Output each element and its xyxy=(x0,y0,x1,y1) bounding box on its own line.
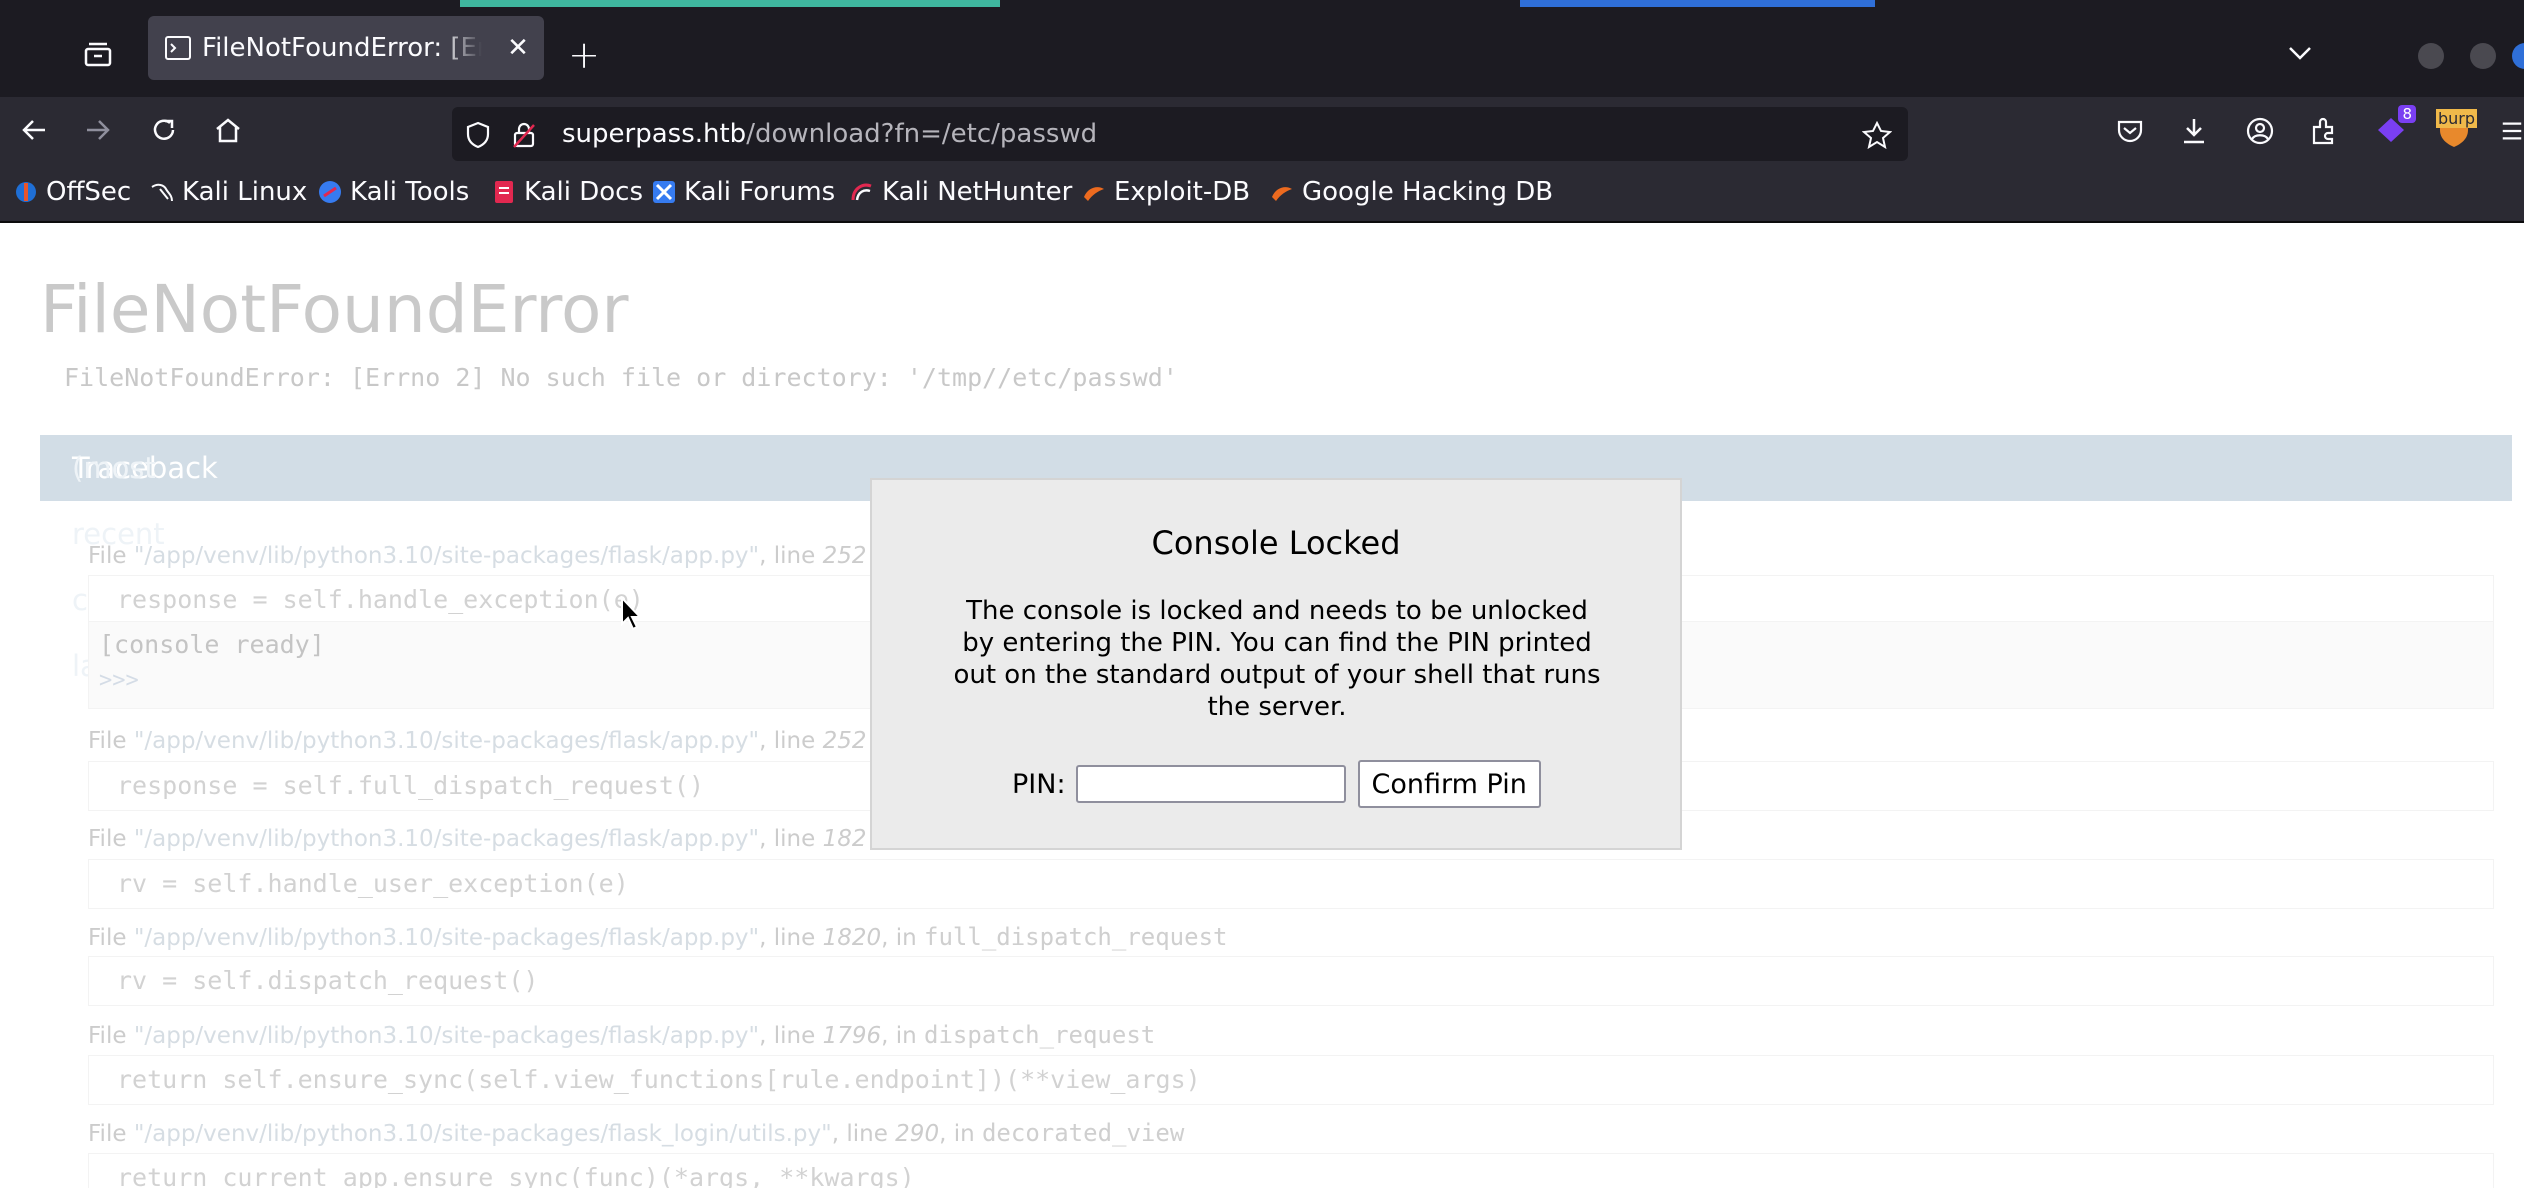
frame-line-no: 252 xyxy=(822,543,867,569)
tab-bar: FileNotFoundError: [Errno 2] No such fil… xyxy=(0,7,2524,97)
kali-dragon-icon xyxy=(150,180,174,204)
bookmark-kali-forums[interactable]: Kali Forums xyxy=(652,163,835,221)
bookmark-label: Kali Docs xyxy=(524,177,644,207)
tab-title: FileNotFoundError: [Errno 2] No such fil… xyxy=(202,33,482,63)
frame-function: full_dispatch_request xyxy=(924,923,1228,951)
download-icon[interactable] xyxy=(2174,111,2214,151)
kali-tools-icon xyxy=(318,180,342,204)
url-text[interactable]: superpass.htb/download?fn=/etc/passwd xyxy=(562,107,1097,161)
exploitdb-icon xyxy=(1082,180,1106,204)
frame-header: File "/app/venv/lib/python3.10/site-pack… xyxy=(88,923,1228,951)
close-icon[interactable]: ✕ xyxy=(504,33,532,63)
frame-line-no: 1796 xyxy=(822,1023,882,1049)
url-path: /download?fn=/etc/passwd xyxy=(746,119,1098,149)
forward-icon[interactable] xyxy=(78,110,118,150)
frame-file: "/app/venv/lib/python3.10/site-packages/… xyxy=(133,925,760,951)
star-icon[interactable] xyxy=(1860,119,1894,151)
frame-file: "/app/venv/lib/python3.10/site-packages/… xyxy=(133,543,760,569)
frame-code[interactable]: rv = self.dispatch_request() xyxy=(88,956,2494,1006)
tab-group-indicator-blue xyxy=(1520,0,1875,7)
console-prompt: >>> xyxy=(99,668,139,693)
page-title: FileNotFoundError xyxy=(40,271,629,348)
extension-badge: 8 xyxy=(2398,105,2416,123)
bookmark-kali-nethunter[interactable]: Kali NetHunter xyxy=(850,163,1072,221)
bookmark-kali-tools[interactable]: Kali Tools xyxy=(318,163,469,221)
console-locked-dialog: Console Locked The console is locked and… xyxy=(870,478,1682,850)
tab-group-indicator-teal xyxy=(460,0,1000,7)
bookmark-label: Kali NetHunter xyxy=(882,177,1073,207)
frame-file: "/app/venv/lib/python3.10/site-packages/… xyxy=(133,1121,832,1147)
frame-header: File "/app/venv/lib/python3.10/site-pack… xyxy=(88,1021,1156,1049)
nethunter-icon xyxy=(850,180,874,204)
tab-overview-icon[interactable] xyxy=(78,34,118,74)
frame-code[interactable]: rv = self.handle_user_exception(e) xyxy=(88,859,2494,909)
pocket-icon[interactable] xyxy=(2110,111,2150,151)
shield-icon[interactable] xyxy=(462,119,494,151)
lock-icon[interactable] xyxy=(508,119,540,151)
bookmark-kali-linux[interactable]: Kali Linux xyxy=(150,163,307,221)
bookmark-label: Kali Linux xyxy=(182,177,308,207)
error-message: FileNotFoundError: [Errno 2] No such fil… xyxy=(64,363,1178,392)
bookmarks-toolbar: OffSec Kali Linux Kali Tools Kali Docs K… xyxy=(0,163,2524,223)
pin-input[interactable] xyxy=(1075,765,1346,803)
frame-header: File "/app/venv/lib/python3.10/site-pack… xyxy=(88,543,867,569)
url-host: superpass.htb xyxy=(562,119,747,149)
page-content: FileNotFoundError FileNotFoundError: [Er… xyxy=(0,223,2524,1188)
burp-label: burp xyxy=(2436,109,2478,128)
frame-function: dispatch_request xyxy=(924,1021,1156,1049)
reload-icon[interactable] xyxy=(144,110,184,150)
bookmark-kali-docs[interactable]: Kali Docs xyxy=(492,163,643,221)
kali-docs-icon xyxy=(492,180,516,204)
bookmark-google-hacking-db[interactable]: Google Hacking DB xyxy=(1270,163,1553,221)
kali-forums-icon xyxy=(652,180,676,204)
console-ready-text: [console ready] xyxy=(99,630,325,659)
mouse-cursor-icon xyxy=(620,595,644,636)
bookmark-label: Kali Forums xyxy=(684,177,836,207)
window-maximize-button[interactable] xyxy=(2470,43,2496,69)
frame-line-no: 252 xyxy=(822,728,867,754)
frame-file: "/app/venv/lib/python3.10/site-packages/… xyxy=(133,826,760,852)
offsec-icon xyxy=(14,180,38,204)
active-tab[interactable]: FileNotFoundError: [Errno 2] No such fil… xyxy=(148,16,544,80)
confirm-pin-button[interactable]: Confirm Pin xyxy=(1357,760,1541,808)
frame-file: "/app/venv/lib/python3.10/site-packages/… xyxy=(133,728,760,754)
url-bar[interactable]: superpass.htb/download?fn=/etc/passwd xyxy=(452,107,1908,161)
bookmark-offsec[interactable]: OffSec xyxy=(14,163,131,221)
bookmark-exploit-db[interactable]: Exploit-DB xyxy=(1082,163,1250,221)
frame-code[interactable]: return current_app.ensure_sync(func)(*ar… xyxy=(88,1153,2494,1188)
window-top-strip xyxy=(0,0,2524,7)
menu-icon[interactable] xyxy=(2500,111,2524,151)
frame-header: File "/app/venv/lib/python3.10/site-pack… xyxy=(88,1119,1185,1147)
home-icon[interactable] xyxy=(208,110,248,150)
chevron-down-icon[interactable] xyxy=(2280,33,2320,73)
frame-line-no: 1820 xyxy=(822,925,882,951)
frame-header: File "/app/venv/lib/python3.10/site-pack… xyxy=(88,728,867,754)
frame-line-no: 290 xyxy=(895,1121,940,1147)
bookmark-label: Kali Tools xyxy=(350,177,470,207)
navigation-bar: superpass.htb/download?fn=/etc/passwd 8 … xyxy=(0,97,2524,163)
dialog-title: Console Locked xyxy=(1151,524,1401,562)
extensions-icon[interactable] xyxy=(2304,111,2344,151)
ghdb-icon xyxy=(1270,180,1294,204)
frame-line-no: 182 xyxy=(822,826,867,852)
dialog-body: The console is locked and needs to be un… xyxy=(953,596,1601,722)
bookmark-label: Exploit-DB xyxy=(1114,177,1251,207)
frame-file: "/app/venv/lib/python3.10/site-packages/… xyxy=(133,1023,760,1049)
window-minimize-button[interactable] xyxy=(2418,43,2444,69)
back-icon[interactable] xyxy=(14,110,54,150)
frame-code[interactable]: return self.ensure_sync(self.view_functi… xyxy=(88,1055,2494,1105)
burp-extension-icon[interactable]: burp xyxy=(2432,107,2478,153)
account-icon[interactable] xyxy=(2240,111,2280,151)
terminal-favicon-icon xyxy=(164,34,192,62)
pin-row: PIN: Confirm Pin xyxy=(1012,760,1541,808)
plus-icon[interactable]: + xyxy=(562,33,606,77)
frame-function: decorated_view xyxy=(981,1119,1185,1147)
extension-purple-icon[interactable]: 8 xyxy=(2370,105,2416,151)
bookmark-label: Google Hacking DB xyxy=(1302,177,1554,207)
pin-label: PIN: xyxy=(1012,768,1066,800)
bookmark-label: OffSec xyxy=(46,177,132,207)
frame-header: File "/app/venv/lib/python3.10/site-pack… xyxy=(88,826,867,852)
window-close-button[interactable] xyxy=(2512,43,2524,69)
